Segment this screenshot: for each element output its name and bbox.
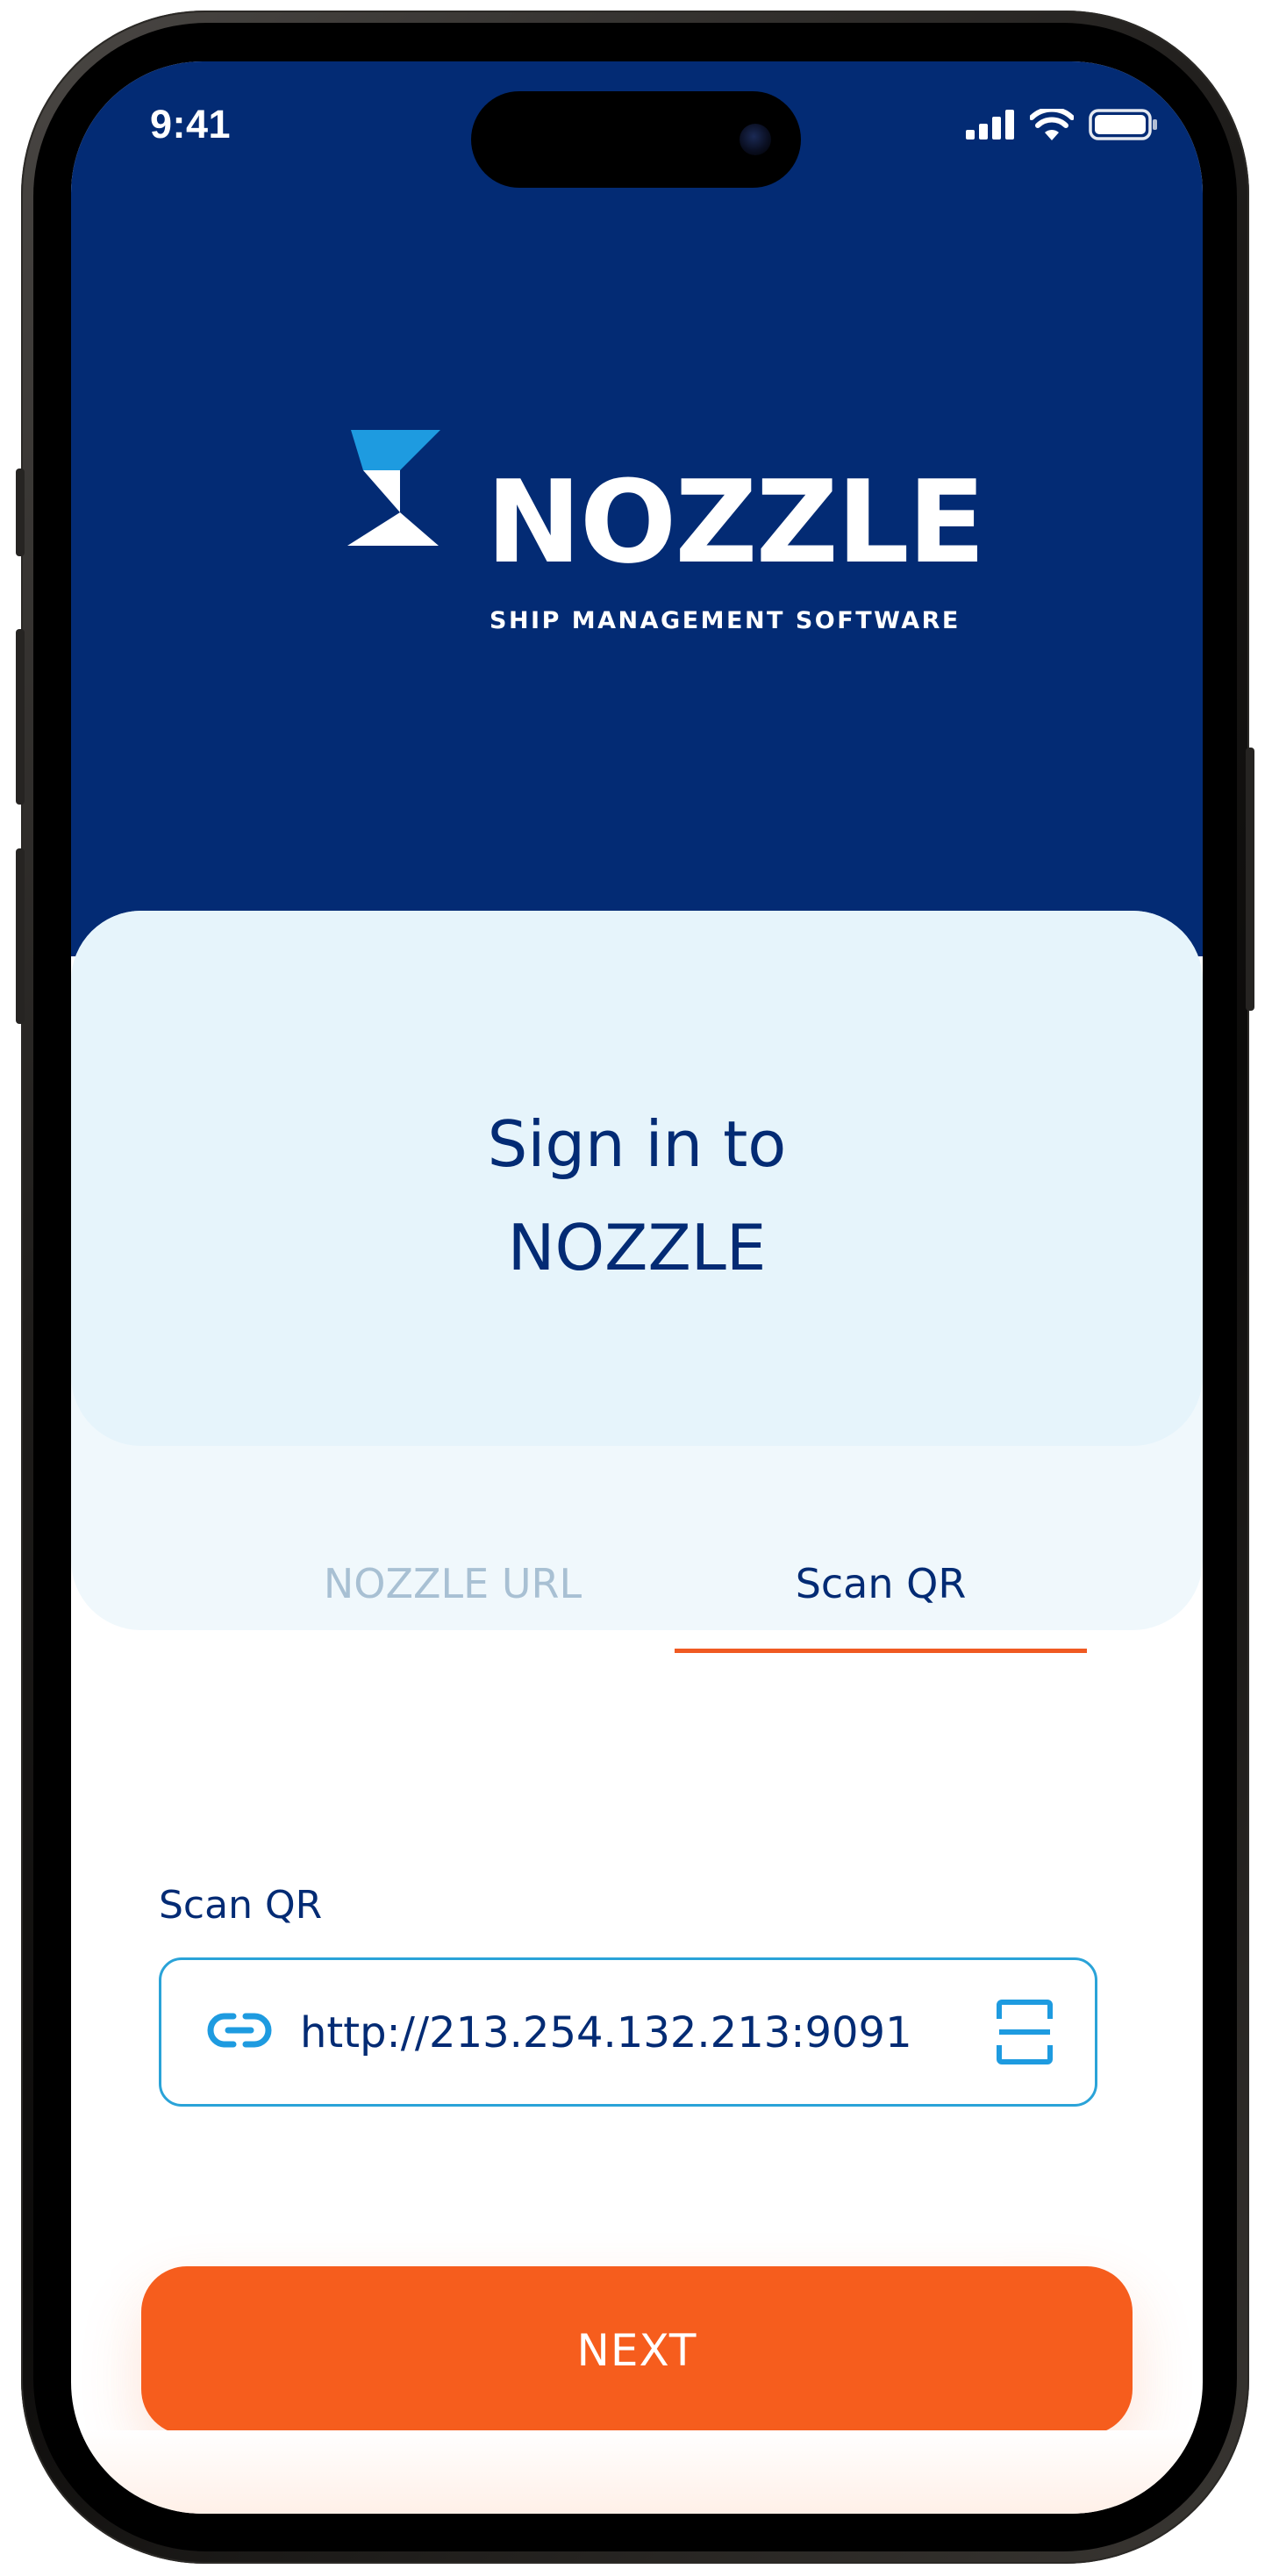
url-input[interactable] [300, 1993, 984, 2072]
signin-title-panel: Sign in to NOZZLE [71, 911, 1203, 1446]
front-camera-icon [740, 124, 771, 155]
battery-icon [1089, 109, 1157, 140]
bottom-glow [71, 2430, 1203, 2514]
active-tab-indicator [675, 1649, 1087, 1653]
status-icons [955, 109, 1159, 140]
scan-qr-icon[interactable] [997, 2000, 1053, 2064]
scan-qr-label: Scan QR [159, 1883, 323, 1928]
next-button[interactable]: NEXT [141, 2266, 1133, 2435]
link-icon [207, 2013, 272, 2048]
app-screen: 9:41 NOZZLE SHIP MANAGEMENT SOFTWARE Sig… [71, 61, 1203, 2514]
brand-name: NOZZLE [486, 455, 985, 589]
status-bar: 9:41 [71, 61, 1203, 188]
brand-tagline: SHIP MANAGEMENT SOFTWARE [490, 607, 961, 634]
dynamic-island [471, 91, 801, 188]
tab-scan-qr[interactable]: Scan QR [675, 1563, 1087, 1604]
url-field[interactable] [159, 1957, 1097, 2107]
nozzle-logo-icon [347, 430, 440, 546]
volume-down-button [16, 848, 25, 1024]
action-button [16, 469, 25, 556]
status-time: 9:41 [150, 102, 232, 147]
header-banner: 9:41 NOZZLE SHIP MANAGEMENT SOFTWARE [71, 61, 1203, 956]
signin-title-line2: NOZZLE [507, 1211, 767, 1284]
signal-icon [965, 110, 1014, 140]
power-button [1246, 748, 1254, 1011]
tab-nozzle-url[interactable]: NOZZLE URL [247, 1563, 659, 1604]
signin-title-line1: Sign in to [487, 1107, 787, 1181]
volume-up-button [16, 629, 25, 805]
wifi-icon [1029, 109, 1074, 140]
